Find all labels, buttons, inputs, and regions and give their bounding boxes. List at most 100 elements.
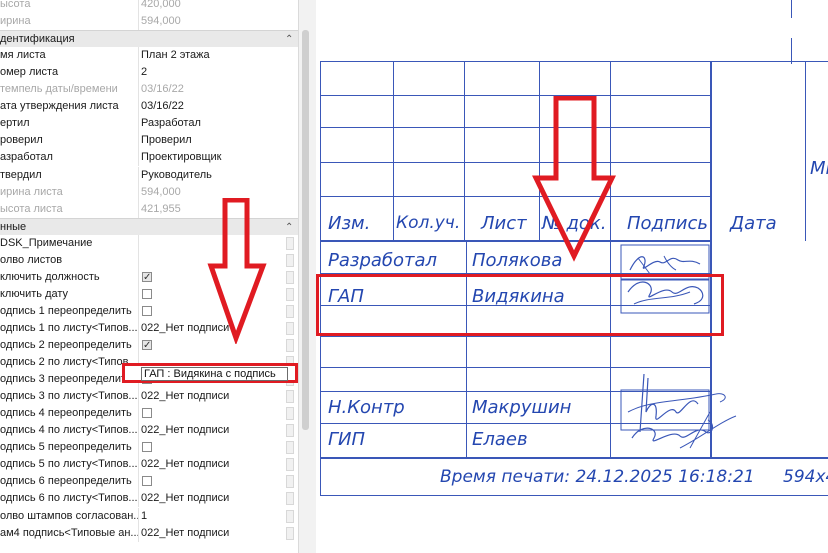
property-name: мя листа (0, 47, 139, 64)
property-value[interactable]: 022_Нет подписи (141, 422, 286, 439)
property-name: ирина листа (0, 184, 139, 201)
property-name: DSK_Примечание (0, 235, 139, 252)
name-elaev: Елаев (472, 429, 528, 450)
property-name: одпись 2 переопределить (0, 337, 139, 354)
property-row[interactable]: одпись 4 по листу<Типов... 022_Нет подпис… (0, 422, 298, 439)
sheet-border-dash (791, 0, 792, 18)
row-edit-button[interactable] (286, 288, 294, 301)
row-edit-button[interactable] (286, 492, 294, 505)
checkbox[interactable] (142, 337, 152, 354)
property-row[interactable]: темпель даты/времени 03/16/22 (0, 81, 298, 98)
property-row[interactable]: одпись 6 переопределить (0, 473, 298, 490)
row-edit-button[interactable] (286, 458, 294, 471)
grid-line (320, 336, 710, 337)
property-value[interactable] (141, 439, 286, 456)
property-name: ключить должность (0, 269, 139, 286)
row-edit-button[interactable] (286, 254, 294, 267)
property-name: одпись 5 по листу<Типов... (0, 456, 139, 473)
role-razrabotal: Разработал (328, 250, 438, 271)
panel-divider[interactable] (298, 0, 317, 553)
property-name: роверил (0, 132, 139, 149)
property-name: одпись 3 по листу<Типов... (0, 388, 139, 405)
property-value[interactable] (141, 405, 286, 422)
row-edit-button[interactable] (286, 271, 294, 284)
property-value[interactable]: Разработал (141, 115, 286, 132)
collapse-chevron-icon[interactable]: ⌃ (285, 219, 293, 236)
property-row[interactable]: твердил Руководитель (0, 167, 298, 184)
property-value[interactable]: 420,000 (141, 0, 286, 13)
checkbox[interactable] (142, 442, 152, 453)
property-value[interactable]: Руководитель (141, 167, 286, 184)
property-row[interactable]: одпись 5 по листу<Типов... 022_Нет подпис… (0, 456, 298, 473)
row-edit-button[interactable] (286, 407, 294, 420)
grid-line (320, 495, 828, 496)
grid-line (320, 162, 710, 163)
role-n-kontr: Н.Контр (328, 397, 405, 418)
header-kol-uch: Кол.уч. (396, 213, 461, 233)
collapse-chevron-icon[interactable]: ⌃ (285, 31, 293, 48)
property-row[interactable]: ертил Разработал (0, 115, 298, 132)
side-text: Мк (810, 158, 828, 179)
property-name: омер листа (0, 64, 139, 81)
property-value[interactable]: 022_Нет подписи (141, 490, 286, 507)
role-gip: ГИП (328, 429, 366, 450)
property-value[interactable]: 022_Нет подписи (141, 525, 286, 542)
signature-2-value-field[interactable]: ГАП : Видякина с подпись (141, 367, 288, 381)
property-name: ертил (0, 115, 139, 132)
property-value[interactable]: 022_Нет подписи (141, 388, 286, 405)
property-value[interactable]: Проектировщик (141, 149, 286, 166)
properties-scrollbar[interactable] (302, 30, 309, 430)
row-edit-button[interactable] (286, 305, 294, 318)
property-name: темпель даты/времени (0, 81, 139, 98)
row-edit-button[interactable] (286, 475, 294, 488)
property-row[interactable]: одпись 4 переопределить (0, 405, 298, 422)
checkbox[interactable] (142, 476, 152, 487)
property-value[interactable]: 03/16/22 (141, 81, 286, 98)
checkbox[interactable] (142, 289, 152, 300)
grid-line (320, 367, 710, 368)
property-name: одпись 3 переопределить (0, 371, 139, 388)
property-row[interactable]: ам4 подпись<Типовые ан... 022_Нет подписи (0, 525, 298, 542)
row-edit-button[interactable] (286, 339, 294, 352)
property-row[interactable]: одпись 3 по листу<Типов... 022_Нет подпис… (0, 388, 298, 405)
grid-line (320, 127, 710, 128)
row-edit-button[interactable] (286, 390, 294, 403)
property-value[interactable]: 2 (141, 64, 286, 81)
property-row[interactable]: омер листа 2 (0, 64, 298, 81)
row-edit-button[interactable] (286, 441, 294, 454)
property-value[interactable]: План 2 этажа (141, 47, 286, 64)
sheet-format: 594x4 (783, 467, 828, 487)
row-edit-button[interactable] (286, 510, 294, 523)
gap-row-highlight (316, 274, 724, 336)
property-row[interactable]: ата утверждения листа 03/16/22 (0, 98, 298, 115)
row-edit-button[interactable] (286, 424, 294, 437)
property-value[interactable]: 03/16/22 (141, 98, 286, 115)
row-edit-button[interactable] (286, 237, 294, 250)
property-value[interactable] (141, 473, 286, 490)
property-value[interactable]: 1 (141, 508, 286, 525)
property-name: ата утверждения листа (0, 98, 139, 115)
checkbox[interactable] (142, 269, 152, 286)
property-value[interactable]: 022_Нет подписи (141, 456, 286, 473)
grid-line (320, 457, 828, 459)
property-value[interactable]: Проверил (141, 132, 286, 149)
property-row[interactable]: азработал Проектировщик (0, 149, 298, 166)
property-row[interactable]: одпись 5 переопределить (0, 439, 298, 456)
property-row[interactable]: мя листа План 2 этажа (0, 47, 298, 64)
property-row[interactable]: олво штампов согласован... 1 (0, 508, 298, 525)
property-row[interactable]: ирина 594,000 (0, 13, 298, 30)
checkbox[interactable] (142, 408, 152, 419)
row-edit-button[interactable] (286, 527, 294, 540)
checkbox[interactable] (142, 306, 152, 317)
property-name: олво штампов согласован... (0, 508, 139, 525)
property-value[interactable]: 594,000 (141, 13, 286, 30)
row-edit-button[interactable] (286, 322, 294, 335)
property-section-header[interactable]: дентификация ⌃ (0, 30, 298, 47)
property-name: олво листов (0, 252, 139, 269)
drawing-view[interactable]: Изм. Кол.уч. Лист № док. Подпись Дата Мк… (316, 0, 828, 553)
property-row[interactable]: роверил Проверил (0, 132, 298, 149)
property-row[interactable]: одпись 6 по листу<Типов... 022_Нет подпис… (0, 490, 298, 507)
property-row[interactable]: ысота 420,000 (0, 0, 298, 13)
arrow-down-icon (207, 198, 267, 344)
grid-line (320, 196, 710, 197)
